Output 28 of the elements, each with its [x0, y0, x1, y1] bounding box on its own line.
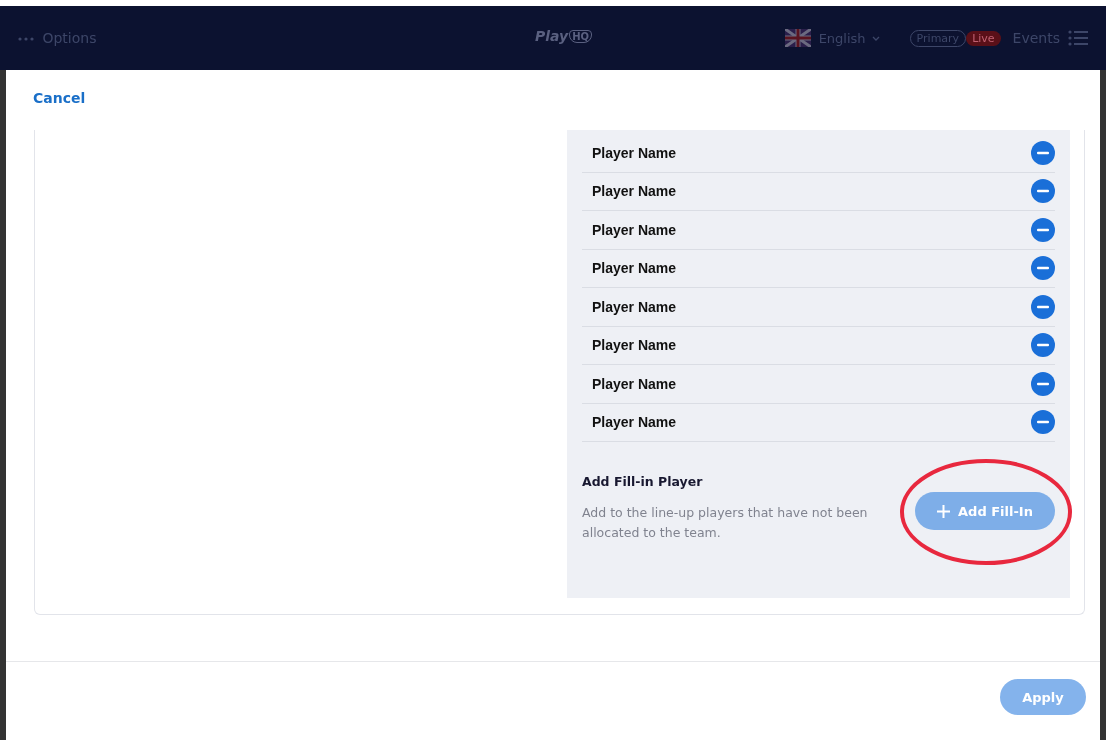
- remove-icon[interactable]: [1031, 256, 1055, 281]
- status-badge: Live: [966, 30, 1001, 46]
- cancel-link[interactable]: Cancel: [33, 90, 86, 106]
- plus-icon: [937, 504, 951, 518]
- player-name: Player Name: [592, 414, 677, 431]
- flag-icon: [784, 29, 811, 47]
- more-icon: [18, 37, 34, 41]
- logo: Play HQ: [535, 28, 593, 44]
- events-menu[interactable]: Events: [1012, 30, 1060, 46]
- remove-icon[interactable]: [1031, 371, 1055, 396]
- remove-icon[interactable]: [1031, 140, 1055, 165]
- remove-icon[interactable]: [1031, 217, 1055, 242]
- player-name: Player Name: [592, 144, 677, 161]
- remove-icon[interactable]: [1031, 179, 1055, 204]
- section-description: Add to the line-up players that have not been allocated to the team.: [582, 504, 869, 542]
- language-select[interactable]: English: [818, 30, 866, 46]
- player-name: Player Name: [592, 337, 677, 354]
- player-name: Player Name: [592, 183, 677, 200]
- remove-icon[interactable]: [1031, 333, 1055, 358]
- remove-icon[interactable]: [1031, 294, 1055, 319]
- player-name: Player Name: [592, 260, 677, 277]
- player-name: Player Name: [592, 375, 677, 392]
- section-title: Add Fill-in Player: [582, 474, 704, 489]
- player-name: Player Name: [592, 221, 677, 238]
- options-menu[interactable]: Options: [18, 30, 97, 46]
- player-name: Player Name: [592, 298, 677, 315]
- chevron-down-icon: [871, 35, 880, 41]
- remove-icon[interactable]: [1031, 410, 1055, 435]
